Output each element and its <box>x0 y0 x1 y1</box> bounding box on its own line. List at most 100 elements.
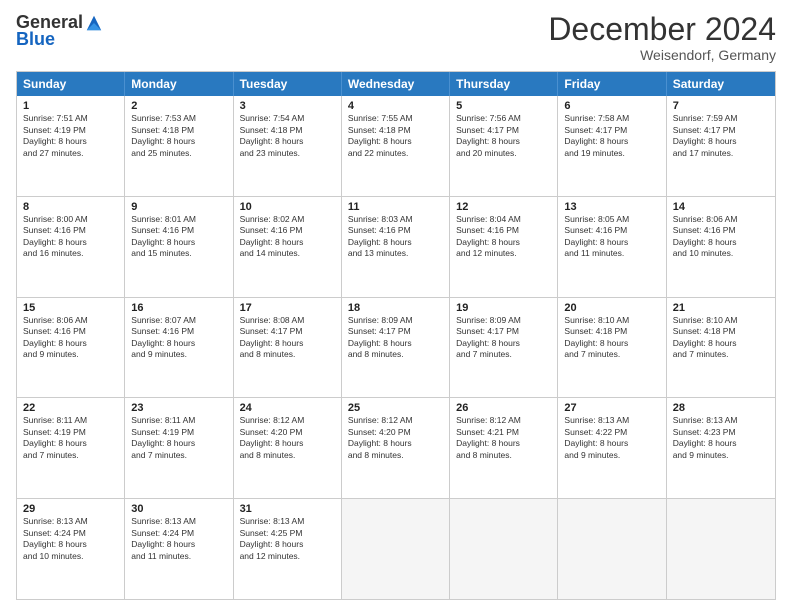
day-number: 28 <box>673 402 769 414</box>
cell-info: Sunrise: 7:59 AM Sunset: 4:17 PM Dayligh… <box>673 113 769 159</box>
calendar-cell: 9Sunrise: 8:01 AM Sunset: 4:16 PM Daylig… <box>125 197 233 297</box>
day-number: 2 <box>131 100 226 112</box>
day-number: 8 <box>23 201 118 213</box>
cell-info: Sunrise: 8:04 AM Sunset: 4:16 PM Dayligh… <box>456 214 551 260</box>
calendar-cell: 1Sunrise: 7:51 AM Sunset: 4:19 PM Daylig… <box>17 96 125 196</box>
calendar-cell: 31Sunrise: 8:13 AM Sunset: 4:25 PM Dayli… <box>234 499 342 599</box>
calendar-row: 29Sunrise: 8:13 AM Sunset: 4:24 PM Dayli… <box>17 498 775 599</box>
subtitle: Weisendorf, Germany <box>548 47 776 63</box>
cell-info: Sunrise: 8:02 AM Sunset: 4:16 PM Dayligh… <box>240 214 335 260</box>
calendar-cell: 19Sunrise: 8:09 AM Sunset: 4:17 PM Dayli… <box>450 298 558 398</box>
calendar-cell <box>450 499 558 599</box>
header-day: Saturday <box>667 72 775 96</box>
calendar-cell: 6Sunrise: 7:58 AM Sunset: 4:17 PM Daylig… <box>558 96 666 196</box>
cell-info: Sunrise: 8:13 AM Sunset: 4:25 PM Dayligh… <box>240 516 335 562</box>
cell-info: Sunrise: 8:09 AM Sunset: 4:17 PM Dayligh… <box>456 315 551 361</box>
calendar-cell <box>342 499 450 599</box>
cell-info: Sunrise: 7:58 AM Sunset: 4:17 PM Dayligh… <box>564 113 659 159</box>
calendar-cell: 15Sunrise: 8:06 AM Sunset: 4:16 PM Dayli… <box>17 298 125 398</box>
calendar-cell: 16Sunrise: 8:07 AM Sunset: 4:16 PM Dayli… <box>125 298 233 398</box>
cell-info: Sunrise: 7:55 AM Sunset: 4:18 PM Dayligh… <box>348 113 443 159</box>
calendar-cell: 29Sunrise: 8:13 AM Sunset: 4:24 PM Dayli… <box>17 499 125 599</box>
day-number: 13 <box>564 201 659 213</box>
cell-info: Sunrise: 8:06 AM Sunset: 4:16 PM Dayligh… <box>23 315 118 361</box>
cell-info: Sunrise: 8:01 AM Sunset: 4:16 PM Dayligh… <box>131 214 226 260</box>
header-day: Friday <box>558 72 666 96</box>
calendar-cell: 7Sunrise: 7:59 AM Sunset: 4:17 PM Daylig… <box>667 96 775 196</box>
calendar-cell: 18Sunrise: 8:09 AM Sunset: 4:17 PM Dayli… <box>342 298 450 398</box>
day-number: 16 <box>131 302 226 314</box>
day-number: 10 <box>240 201 335 213</box>
calendar-cell: 3Sunrise: 7:54 AM Sunset: 4:18 PM Daylig… <box>234 96 342 196</box>
day-number: 3 <box>240 100 335 112</box>
day-number: 18 <box>348 302 443 314</box>
calendar-header: SundayMondayTuesdayWednesdayThursdayFrid… <box>17 72 775 96</box>
cell-info: Sunrise: 7:51 AM Sunset: 4:19 PM Dayligh… <box>23 113 118 159</box>
day-number: 17 <box>240 302 335 314</box>
calendar-cell: 11Sunrise: 8:03 AM Sunset: 4:16 PM Dayli… <box>342 197 450 297</box>
day-number: 31 <box>240 503 335 515</box>
cell-info: Sunrise: 8:10 AM Sunset: 4:18 PM Dayligh… <box>673 315 769 361</box>
calendar: SundayMondayTuesdayWednesdayThursdayFrid… <box>16 71 776 600</box>
header-day: Wednesday <box>342 72 450 96</box>
calendar-cell: 30Sunrise: 8:13 AM Sunset: 4:24 PM Dayli… <box>125 499 233 599</box>
header: General Blue December 2024 Weisendorf, G… <box>16 12 776 63</box>
day-number: 22 <box>23 402 118 414</box>
day-number: 14 <box>673 201 769 213</box>
cell-info: Sunrise: 8:09 AM Sunset: 4:17 PM Dayligh… <box>348 315 443 361</box>
cell-info: Sunrise: 8:11 AM Sunset: 4:19 PM Dayligh… <box>23 415 118 461</box>
calendar-cell: 20Sunrise: 8:10 AM Sunset: 4:18 PM Dayli… <box>558 298 666 398</box>
calendar-cell <box>667 499 775 599</box>
header-day: Monday <box>125 72 233 96</box>
calendar-cell: 17Sunrise: 8:08 AM Sunset: 4:17 PM Dayli… <box>234 298 342 398</box>
cell-info: Sunrise: 8:13 AM Sunset: 4:24 PM Dayligh… <box>131 516 226 562</box>
cell-info: Sunrise: 8:10 AM Sunset: 4:18 PM Dayligh… <box>564 315 659 361</box>
cell-info: Sunrise: 8:11 AM Sunset: 4:19 PM Dayligh… <box>131 415 226 461</box>
day-number: 30 <box>131 503 226 515</box>
calendar-cell: 10Sunrise: 8:02 AM Sunset: 4:16 PM Dayli… <box>234 197 342 297</box>
day-number: 6 <box>564 100 659 112</box>
calendar-cell: 2Sunrise: 7:53 AM Sunset: 4:18 PM Daylig… <box>125 96 233 196</box>
day-number: 11 <box>348 201 443 213</box>
calendar-row: 15Sunrise: 8:06 AM Sunset: 4:16 PM Dayli… <box>17 297 775 398</box>
cell-info: Sunrise: 7:56 AM Sunset: 4:17 PM Dayligh… <box>456 113 551 159</box>
day-number: 20 <box>564 302 659 314</box>
month-title: December 2024 <box>548 12 776 47</box>
day-number: 26 <box>456 402 551 414</box>
cell-info: Sunrise: 8:07 AM Sunset: 4:16 PM Dayligh… <box>131 315 226 361</box>
day-number: 23 <box>131 402 226 414</box>
calendar-row: 1Sunrise: 7:51 AM Sunset: 4:19 PM Daylig… <box>17 96 775 196</box>
cell-info: Sunrise: 8:12 AM Sunset: 4:20 PM Dayligh… <box>348 415 443 461</box>
header-day: Tuesday <box>234 72 342 96</box>
logo-blue: Blue <box>16 29 55 50</box>
calendar-cell: 12Sunrise: 8:04 AM Sunset: 4:16 PM Dayli… <box>450 197 558 297</box>
calendar-body: 1Sunrise: 7:51 AM Sunset: 4:19 PM Daylig… <box>17 96 775 599</box>
calendar-cell: 21Sunrise: 8:10 AM Sunset: 4:18 PM Dayli… <box>667 298 775 398</box>
calendar-cell: 4Sunrise: 7:55 AM Sunset: 4:18 PM Daylig… <box>342 96 450 196</box>
calendar-cell: 22Sunrise: 8:11 AM Sunset: 4:19 PM Dayli… <box>17 398 125 498</box>
calendar-row: 8Sunrise: 8:00 AM Sunset: 4:16 PM Daylig… <box>17 196 775 297</box>
cell-info: Sunrise: 8:06 AM Sunset: 4:16 PM Dayligh… <box>673 214 769 260</box>
cell-info: Sunrise: 8:03 AM Sunset: 4:16 PM Dayligh… <box>348 214 443 260</box>
day-number: 4 <box>348 100 443 112</box>
calendar-cell: 8Sunrise: 8:00 AM Sunset: 4:16 PM Daylig… <box>17 197 125 297</box>
day-number: 29 <box>23 503 118 515</box>
day-number: 19 <box>456 302 551 314</box>
day-number: 21 <box>673 302 769 314</box>
calendar-cell: 14Sunrise: 8:06 AM Sunset: 4:16 PM Dayli… <box>667 197 775 297</box>
cell-info: Sunrise: 8:00 AM Sunset: 4:16 PM Dayligh… <box>23 214 118 260</box>
header-day: Thursday <box>450 72 558 96</box>
day-number: 5 <box>456 100 551 112</box>
day-number: 7 <box>673 100 769 112</box>
cell-info: Sunrise: 8:13 AM Sunset: 4:24 PM Dayligh… <box>23 516 118 562</box>
calendar-cell: 25Sunrise: 8:12 AM Sunset: 4:20 PM Dayli… <box>342 398 450 498</box>
calendar-cell: 5Sunrise: 7:56 AM Sunset: 4:17 PM Daylig… <box>450 96 558 196</box>
day-number: 12 <box>456 201 551 213</box>
calendar-cell <box>558 499 666 599</box>
cell-info: Sunrise: 8:12 AM Sunset: 4:20 PM Dayligh… <box>240 415 335 461</box>
calendar-cell: 26Sunrise: 8:12 AM Sunset: 4:21 PM Dayli… <box>450 398 558 498</box>
title-block: December 2024 Weisendorf, Germany <box>548 12 776 63</box>
cell-info: Sunrise: 8:05 AM Sunset: 4:16 PM Dayligh… <box>564 214 659 260</box>
calendar-cell: 13Sunrise: 8:05 AM Sunset: 4:16 PM Dayli… <box>558 197 666 297</box>
day-number: 9 <box>131 201 226 213</box>
